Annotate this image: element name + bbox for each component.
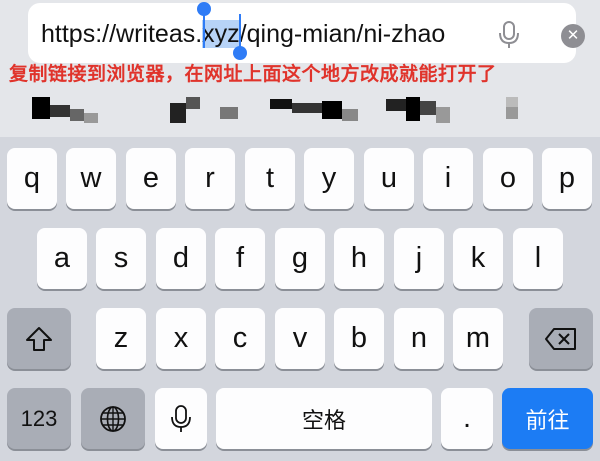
url-bar[interactable]: https://writeas.xyz/qing-mian/ni-zhao ✕	[28, 3, 585, 63]
key-s[interactable]: s	[96, 228, 146, 289]
selection-end-handle[interactable]	[233, 46, 247, 60]
key-p[interactable]: p	[542, 148, 592, 209]
dictation-key[interactable]	[155, 388, 207, 449]
key-j[interactable]: j	[394, 228, 444, 289]
url-input[interactable]: https://writeas.xyz/qing-mian/ni-zhao	[41, 19, 453, 49]
key-y[interactable]: y	[304, 148, 354, 209]
keyboard: q w e r t y u i o p a s d f g h j k l z …	[0, 137, 600, 461]
shift-key[interactable]	[7, 308, 71, 369]
microphone-icon[interactable]	[498, 21, 520, 49]
key-o[interactable]: o	[483, 148, 533, 209]
key-z[interactable]: z	[96, 308, 146, 369]
key-l[interactable]: l	[513, 228, 563, 289]
go-key[interactable]: 前往	[502, 388, 593, 449]
key-m[interactable]: m	[453, 308, 503, 369]
shift-icon	[26, 326, 52, 351]
key-w[interactable]: w	[66, 148, 116, 209]
key-b[interactable]: b	[334, 308, 384, 369]
selection-start-bar	[203, 14, 205, 48]
key-n[interactable]: n	[394, 308, 444, 369]
key-a[interactable]: a	[37, 228, 87, 289]
clear-icon[interactable]: ✕	[561, 24, 585, 48]
key-d[interactable]: d	[156, 228, 206, 289]
key-g[interactable]: g	[275, 228, 325, 289]
numbers-key[interactable]: 123	[7, 388, 71, 449]
pixelated-suggestions	[20, 93, 580, 129]
delete-key[interactable]	[529, 308, 593, 369]
key-k[interactable]: k	[453, 228, 503, 289]
annotation-text: 复制链接到浏览器，在网址上面这个地方改成就能打开了	[9, 63, 497, 85]
globe-icon	[100, 405, 126, 432]
key-x[interactable]: x	[156, 308, 206, 369]
key-e[interactable]: e	[126, 148, 176, 209]
backspace-icon	[545, 327, 576, 350]
key-f[interactable]: f	[215, 228, 265, 289]
key-q[interactable]: q	[7, 148, 57, 209]
globe-key[interactable]	[81, 388, 145, 449]
key-r[interactable]: r	[185, 148, 235, 209]
url-text-before: https://writeas.	[41, 20, 203, 48]
key-h[interactable]: h	[334, 228, 384, 289]
key-t[interactable]: t	[245, 148, 295, 209]
period-key[interactable]: .	[441, 388, 493, 449]
url-text-selected[interactable]: xyz	[202, 20, 240, 48]
url-text-after: /qing-mian/ni-zhao	[239, 20, 446, 48]
key-v[interactable]: v	[275, 308, 325, 369]
key-i[interactable]: i	[423, 148, 473, 209]
key-u[interactable]: u	[364, 148, 414, 209]
space-key[interactable]: 空格	[216, 388, 432, 449]
microphone-icon	[171, 404, 191, 432]
key-c[interactable]: c	[215, 308, 265, 369]
